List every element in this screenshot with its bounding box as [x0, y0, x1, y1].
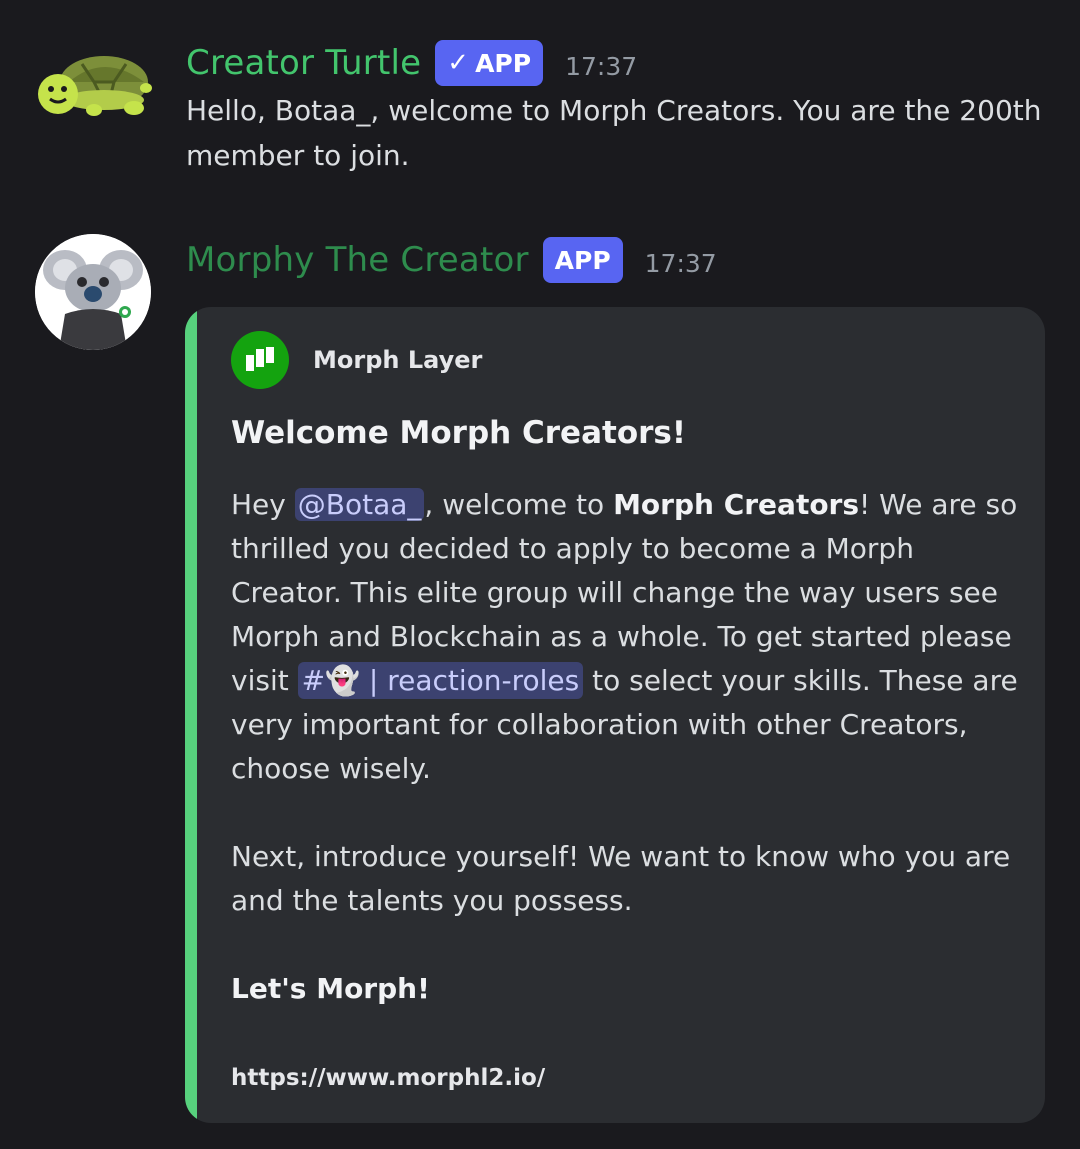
- app-badge: APP: [542, 237, 623, 283]
- embed-paragraph: Next, introduce yourself! We want to kno…: [231, 840, 1011, 917]
- app-badge: ✓ APP: [435, 40, 544, 86]
- embed-author-name: Morph Layer: [313, 346, 483, 374]
- text-segment: Hey: [231, 488, 295, 521]
- check-icon: ✓: [447, 48, 470, 78]
- message-header: Creator Turtle ✓ APP 17:37: [186, 40, 637, 86]
- user-mention[interactable]: @Botaa_: [294, 488, 425, 521]
- channel-hash-icon: #: [301, 664, 326, 697]
- embed-accent-bar: [185, 307, 197, 1123]
- embed-title: Welcome Morph Creators!: [231, 415, 686, 451]
- timestamp[interactable]: 17:37: [645, 249, 717, 278]
- username[interactable]: Creator Turtle: [186, 43, 421, 83]
- embed-author: Morph Layer: [231, 331, 482, 389]
- embed-bold-line: Let's Morph!: [231, 972, 430, 1005]
- channel-link[interactable]: #👻 | reaction-roles: [297, 662, 584, 699]
- message-header: Morphy The Creator APP 17:37: [186, 237, 717, 283]
- text-segment: , welcome to: [424, 488, 614, 521]
- channel-separator: |: [368, 664, 379, 697]
- embed-description: Hey @Botaa_, welcome to Morph Creators! …: [231, 483, 1021, 1011]
- timestamp[interactable]: 17:37: [565, 52, 637, 81]
- morph-logo-icon: [231, 331, 289, 389]
- ghost-emoji-icon: 👻: [325, 664, 360, 697]
- koala-avatar-icon[interactable]: [35, 234, 151, 350]
- channel-name: reaction-roles: [387, 664, 580, 697]
- embed-url[interactable]: https://www.morphl2.io/: [231, 1065, 545, 1091]
- message-text: Hello, Botaa_, welcome to Morph Creators…: [186, 94, 1042, 172]
- app-badge-label: APP: [475, 48, 532, 78]
- embed-card: Morph Layer Welcome Morph Creators! Hey …: [185, 307, 1045, 1123]
- embed-paragraph: Hey @Botaa_, welcome to Morph Creators! …: [231, 483, 1021, 791]
- bold-text: Morph Creators: [613, 488, 860, 521]
- turtle-avatar-icon[interactable]: [34, 52, 154, 116]
- username[interactable]: Morphy The Creator: [186, 240, 529, 280]
